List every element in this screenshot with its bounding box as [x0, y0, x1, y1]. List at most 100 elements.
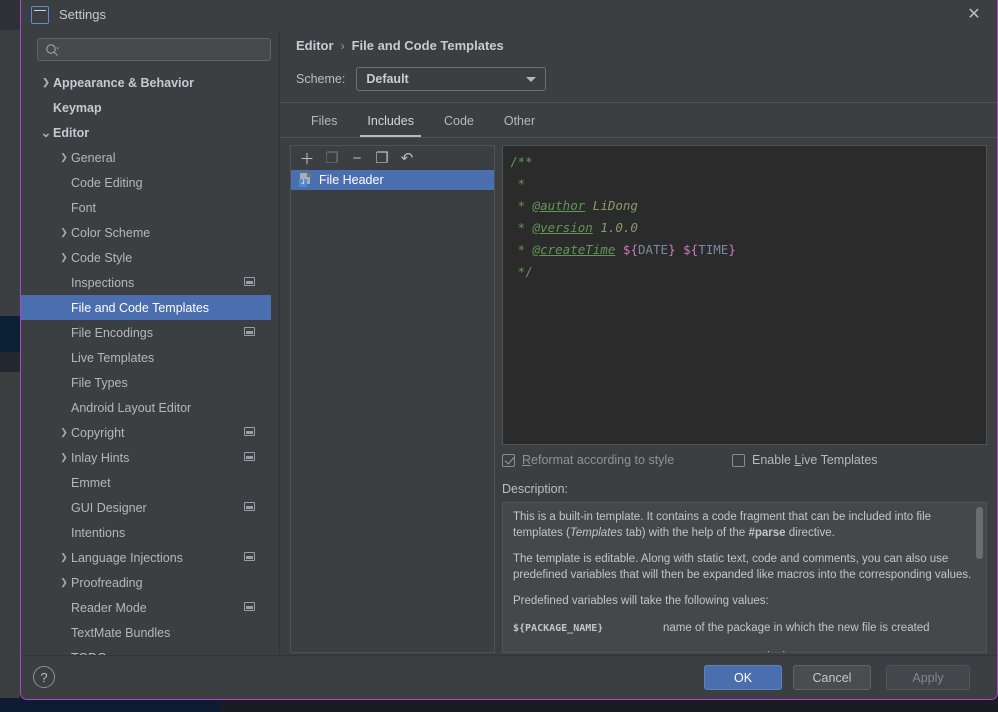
sidebar-item-intentions[interactable]: Intentions — [21, 520, 279, 545]
sidebar-item-label: Keymap — [53, 100, 102, 115]
sidebar-item-inlay-hints[interactable]: ❯ Inlay Hints — [21, 445, 279, 470]
desktop-taskbar-right — [220, 698, 998, 712]
sidebar-item-font[interactable]: Font — [21, 195, 279, 220]
intellij-logo-icon — [31, 6, 49, 24]
code-token: @createTime — [532, 242, 616, 257]
chevron-right-icon[interactable]: ❯ — [57, 452, 71, 463]
template-code-editor[interactable]: /** * * @author LiDong * @version 1.0.0 … — [502, 145, 987, 445]
description-segment: Templates — [569, 526, 623, 539]
checkbox-label: Reformat according to style — [522, 453, 675, 467]
sidebar-item-label: Editor — [53, 125, 90, 140]
tab-code[interactable]: Code — [429, 108, 489, 137]
description-scrollbar-thumb[interactable] — [976, 507, 983, 559]
chevron-right-icon[interactable]: ❯ — [57, 552, 71, 563]
chevron-right-icon[interactable]: ❯ — [57, 252, 71, 263]
search-input[interactable] — [64, 41, 264, 59]
sidebar-item-appearance-behavior[interactable]: ❯ Appearance & Behavior — [21, 70, 279, 95]
code-token: TIME — [698, 242, 729, 257]
sidebar-item-label: TextMate Bundles — [71, 625, 171, 640]
code-token: DATE — [637, 242, 669, 257]
project-scope-badge-icon — [244, 602, 255, 611]
sidebar-item-code-editing[interactable]: Code Editing — [21, 170, 279, 195]
sidebar-item-label: File Types — [71, 375, 128, 390]
code-token: /** — [510, 154, 533, 169]
code-token: } — [728, 242, 736, 257]
code-token: */ — [510, 264, 533, 279]
sidebar-item-label: Font — [71, 200, 97, 215]
breadcrumb: Editor › File and Code Templates — [296, 38, 504, 53]
sidebar-item-editor[interactable]: ⌄ Editor — [21, 120, 279, 145]
sidebar-item-live-templates[interactable]: Live Templates — [21, 345, 279, 370]
sidebar-item-label: General — [71, 150, 116, 165]
sidebar-item-copyright[interactable]: ❯ Copyright — [21, 420, 279, 445]
search-box[interactable] — [37, 38, 271, 61]
sidebar-item-label: Android Layout Editor — [71, 400, 192, 415]
project-scope-badge-icon — [244, 452, 255, 461]
sidebar-scrollbar-track[interactable] — [271, 31, 529, 615]
tab-includes[interactable]: Includes — [352, 108, 429, 137]
breadcrumb-parent[interactable]: Editor — [296, 38, 334, 53]
sidebar-item-emmet[interactable]: Emmet — [21, 470, 279, 495]
variable-name: ${USER} — [513, 650, 663, 652]
code-token: } — [668, 242, 676, 257]
sidebar-item-color-scheme[interactable]: ❯ Color Scheme — [21, 220, 279, 245]
sidebar-item-label: Live Templates — [71, 350, 155, 365]
project-scope-badge-icon — [244, 327, 255, 336]
add-icon[interactable]: ＋ — [296, 148, 318, 168]
close-icon[interactable]: ✕ — [963, 5, 985, 25]
checkbox-label: Enable Live Templates — [752, 453, 878, 467]
sidebar-item-textmate-bundles[interactable]: TextMate Bundles — [21, 620, 279, 645]
sidebar-item-label: Code Editing — [71, 175, 143, 190]
sidebar-item-todo[interactable]: TODO — [21, 645, 279, 656]
chevron-right-icon[interactable]: ❯ — [57, 427, 71, 438]
sidebar-item-file-encodings[interactable]: File Encodings — [21, 320, 279, 345]
copy-file-icon: ❐ — [325, 150, 339, 167]
breadcrumb-separator-icon: › — [340, 38, 345, 53]
sidebar-item-file-types[interactable]: File Types — [21, 370, 279, 395]
sidebar-item-file-and-code-templates[interactable]: File and Code Templates — [21, 295, 279, 320]
variable-name: ${PACKAGE_NAME} — [513, 622, 604, 634]
variable-meaning: current user system login name — [663, 650, 823, 652]
project-scope-badge-icon — [244, 552, 255, 561]
scheme-label: Scheme: — [296, 72, 346, 86]
java-template-icon: J — [299, 173, 312, 187]
description-segment: directive. — [785, 526, 835, 539]
sidebar-item-label: Color Scheme — [71, 225, 151, 240]
apply-button[interactable]: Apply — [886, 665, 970, 690]
chevron-right-icon[interactable]: ❯ — [39, 77, 53, 88]
list-item[interactable]: J File Header — [291, 170, 494, 190]
sidebar-item-keymap[interactable]: Keymap — [21, 95, 279, 120]
code-line: * @createTime ${DATE} ${TIME} — [510, 239, 986, 261]
sidebar-item-general[interactable]: ❯ General — [21, 145, 279, 170]
sidebar-item-gui-designer[interactable]: GUI Designer — [21, 495, 279, 520]
checkbox-checked-icon — [502, 453, 515, 467]
checkbox-enable-live-templates[interactable]: Enable Live Templates — [732, 453, 878, 467]
sidebar-item-label: File and Code Templates — [71, 300, 210, 315]
reset-icon[interactable]: ↶ — [396, 148, 418, 168]
window-title: Settings — [59, 7, 106, 22]
variable-meaning: name of the package in which the new fil… — [663, 621, 930, 634]
chevron-down-icon[interactable]: ⌄ — [39, 126, 53, 139]
scheme-dropdown[interactable]: Default — [356, 67, 547, 91]
chevron-right-icon[interactable]: ❯ — [57, 577, 71, 588]
sidebar-item-language-injections[interactable]: ❯ Language Injections — [21, 545, 279, 570]
ok-button[interactable]: OK — [704, 665, 782, 690]
cancel-button[interactable]: Cancel — [793, 665, 871, 690]
tab-files[interactable]: Files — [296, 108, 352, 137]
chevron-right-icon[interactable]: ❯ — [57, 227, 71, 238]
remove-icon[interactable]: − — [346, 148, 368, 168]
sidebar-item-android-layout-editor[interactable]: Android Layout Editor — [21, 395, 279, 420]
sidebar-item-label: Inlay Hints — [71, 450, 130, 465]
duplicate-icon[interactable]: ❐ — [371, 148, 393, 168]
sidebar-item-inspections[interactable]: Inspections — [21, 270, 279, 295]
sidebar-item-proofreading[interactable]: ❯ Proofreading — [21, 570, 279, 595]
settings-tree: ❯ Appearance & Behavior Keymap ⌄ Editor ❯ Gene… — [21, 70, 279, 655]
help-button[interactable]: ? — [33, 666, 55, 688]
search-icon — [46, 44, 59, 56]
sidebar-item-code-style[interactable]: ❯ Code Style — [21, 245, 279, 270]
chevron-right-icon[interactable]: ❯ — [57, 152, 71, 163]
tab-other[interactable]: Other — [489, 108, 550, 137]
sidebar-item-reader-mode[interactable]: Reader Mode — [21, 595, 279, 620]
chevron-down-icon — [526, 77, 537, 82]
